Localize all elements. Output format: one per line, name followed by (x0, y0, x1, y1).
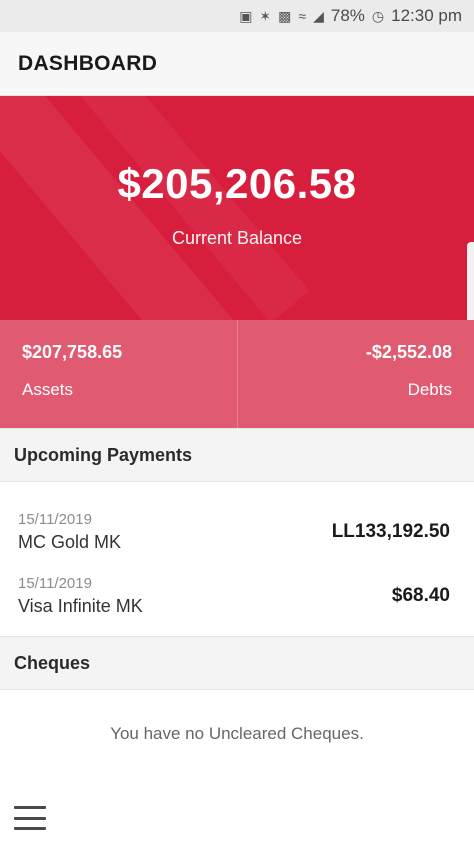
clock: 12:30 pm (391, 6, 462, 25)
payment-date: 15/11/2019 (18, 575, 92, 592)
side-drawer-handle[interactable] (467, 242, 474, 320)
hamburger-menu-icon[interactable] (14, 806, 46, 830)
payment-info: 15/11/2019 MC Gold MK (18, 511, 121, 553)
current-balance-label: Current Balance (171, 228, 303, 248)
upcoming-payments-header: Upcoming Payments (0, 428, 474, 482)
assets-label: Assets (22, 380, 74, 399)
status-bar: ▣ ✶ ▩ ≈ ◢ 78% ◷ 12:30 pm (0, 0, 474, 32)
upcoming-payments-list: 15/11/2019 MC Gold MK LL133,192.50 15/11… (0, 482, 474, 636)
menu-line (14, 806, 46, 809)
debts-label: Debts (407, 380, 452, 399)
payment-amount: $68.40 (391, 585, 450, 606)
signal-icon: ◢ (313, 8, 324, 24)
assets-amount: $207,758.65 (22, 342, 123, 362)
app-header: DASHBOARD (0, 32, 474, 96)
payment-info: 15/11/2019 Visa Infinite MK (18, 575, 143, 617)
battery-level: 78% (330, 6, 365, 25)
payment-name: Visa Infinite MK (18, 596, 143, 616)
notification-icon: ▣ (239, 8, 253, 24)
balance-card: $205,206.58 Current Balance (0, 96, 474, 320)
payment-amount: LL133,192.50 (331, 521, 450, 542)
current-balance-amount: $205,206.58 (117, 160, 357, 207)
debts-summary[interactable]: -$2,552.08 Debts (236, 320, 474, 428)
assets-debts-summary: $207,758.65 Assets -$2,552.08 Debts (0, 320, 474, 428)
payment-date: 15/11/2019 (18, 511, 92, 528)
menu-line (14, 816, 46, 820)
nfc-icon: ▩ (278, 8, 292, 24)
cheques-header: Cheques (0, 636, 474, 690)
page-title: DASHBOARD (18, 51, 158, 75)
assets-summary[interactable]: $207,758.65 Assets (0, 320, 237, 428)
debts-amount: -$2,552.08 (365, 342, 452, 362)
alarm-icon: ◷ (371, 8, 385, 24)
no-cheques-message: You have no Uncleared Cheques. (110, 724, 364, 743)
payment-name: MC Gold MK (18, 532, 122, 552)
menu-line (14, 827, 46, 830)
payment-row[interactable]: 15/11/2019 MC Gold MK LL133,192.50 (18, 500, 450, 564)
wifi-icon: ≈ (298, 8, 307, 24)
bluetooth-icon: ✶ (259, 8, 272, 24)
payment-row[interactable]: 15/11/2019 Visa Infinite MK $68.40 (18, 564, 450, 628)
